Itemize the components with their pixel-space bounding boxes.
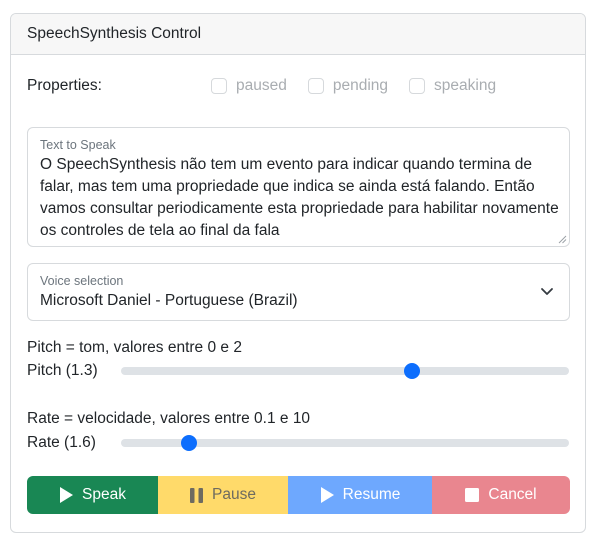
pause-button-label: Pause xyxy=(212,486,256,503)
text-to-speak-value[interactable]: O SpeechSynthesis não tem um evento para… xyxy=(40,154,560,242)
cancel-button-label: Cancel xyxy=(488,486,537,503)
pending-checkbox-label: pending xyxy=(332,77,389,94)
pending-checkbox-box[interactable] xyxy=(307,78,324,94)
card-body: Properties: paused pending speaking Text… xyxy=(11,55,585,532)
pitch-slider-thumb[interactable] xyxy=(404,363,421,379)
speak-button[interactable]: Speak xyxy=(27,476,158,514)
card-header: SpeechSynthesis Control xyxy=(11,14,585,55)
pitch-slider[interactable] xyxy=(121,363,569,379)
control-button-group: Speak Pause Resume Cancel xyxy=(27,476,570,514)
rate-slider[interactable] xyxy=(121,435,569,451)
rate-label: Rate (1.6) xyxy=(27,434,96,451)
voice-select[interactable]: Voice selection Microsoft Daniel - Portu… xyxy=(27,263,570,321)
resume-button-label: Resume xyxy=(342,486,401,503)
speak-button-label: Speak xyxy=(82,486,126,503)
paused-checkbox[interactable]: paused xyxy=(211,77,287,95)
rate-row: Rate (1.6) xyxy=(27,432,569,454)
text-to-speak-textarea[interactable]: Text to Speak O SpeechSynthesis não tem … xyxy=(27,127,570,247)
voice-select-value[interactable]: Microsoft Daniel - Portuguese (Brazil) xyxy=(40,292,557,310)
pitch-title: Pitch = tom, valores entre 0 e 2 xyxy=(27,339,242,356)
voice-select-label: Voice selection xyxy=(40,274,124,288)
cancel-button[interactable]: Cancel xyxy=(432,476,570,514)
text-to-speak-label: Text to Speak xyxy=(40,138,116,152)
speaking-checkbox-label: speaking xyxy=(434,77,497,94)
pitch-row: Pitch (1.3) xyxy=(27,360,569,382)
rate-title: Rate = velocidade, valores entre 0.1 e 1… xyxy=(27,410,311,427)
paused-checkbox-label: paused xyxy=(236,77,287,94)
properties-label: Properties: xyxy=(27,77,102,94)
play-icon xyxy=(60,487,74,503)
stop-icon xyxy=(465,488,480,502)
card-title: SpeechSynthesis Control xyxy=(27,25,202,42)
pitch-label: Pitch (1.3) xyxy=(27,362,98,379)
properties-row: Properties: paused pending speaking xyxy=(27,75,569,97)
play-icon xyxy=(320,487,334,503)
pending-checkbox[interactable]: pending xyxy=(307,77,389,95)
chevron-down-icon[interactable] xyxy=(540,286,554,296)
resume-button[interactable]: Resume xyxy=(288,476,432,514)
speaking-checkbox[interactable]: speaking xyxy=(409,77,496,95)
pause-icon xyxy=(190,487,204,503)
paused-checkbox-box[interactable] xyxy=(211,78,227,94)
rate-slider-thumb[interactable] xyxy=(180,435,197,451)
pause-button[interactable]: Pause xyxy=(158,476,288,514)
speech-control-card: SpeechSynthesis Control Properties: paus… xyxy=(10,13,586,533)
resize-grip-icon[interactable] xyxy=(558,235,567,244)
speaking-checkbox-box[interactable] xyxy=(409,78,426,94)
